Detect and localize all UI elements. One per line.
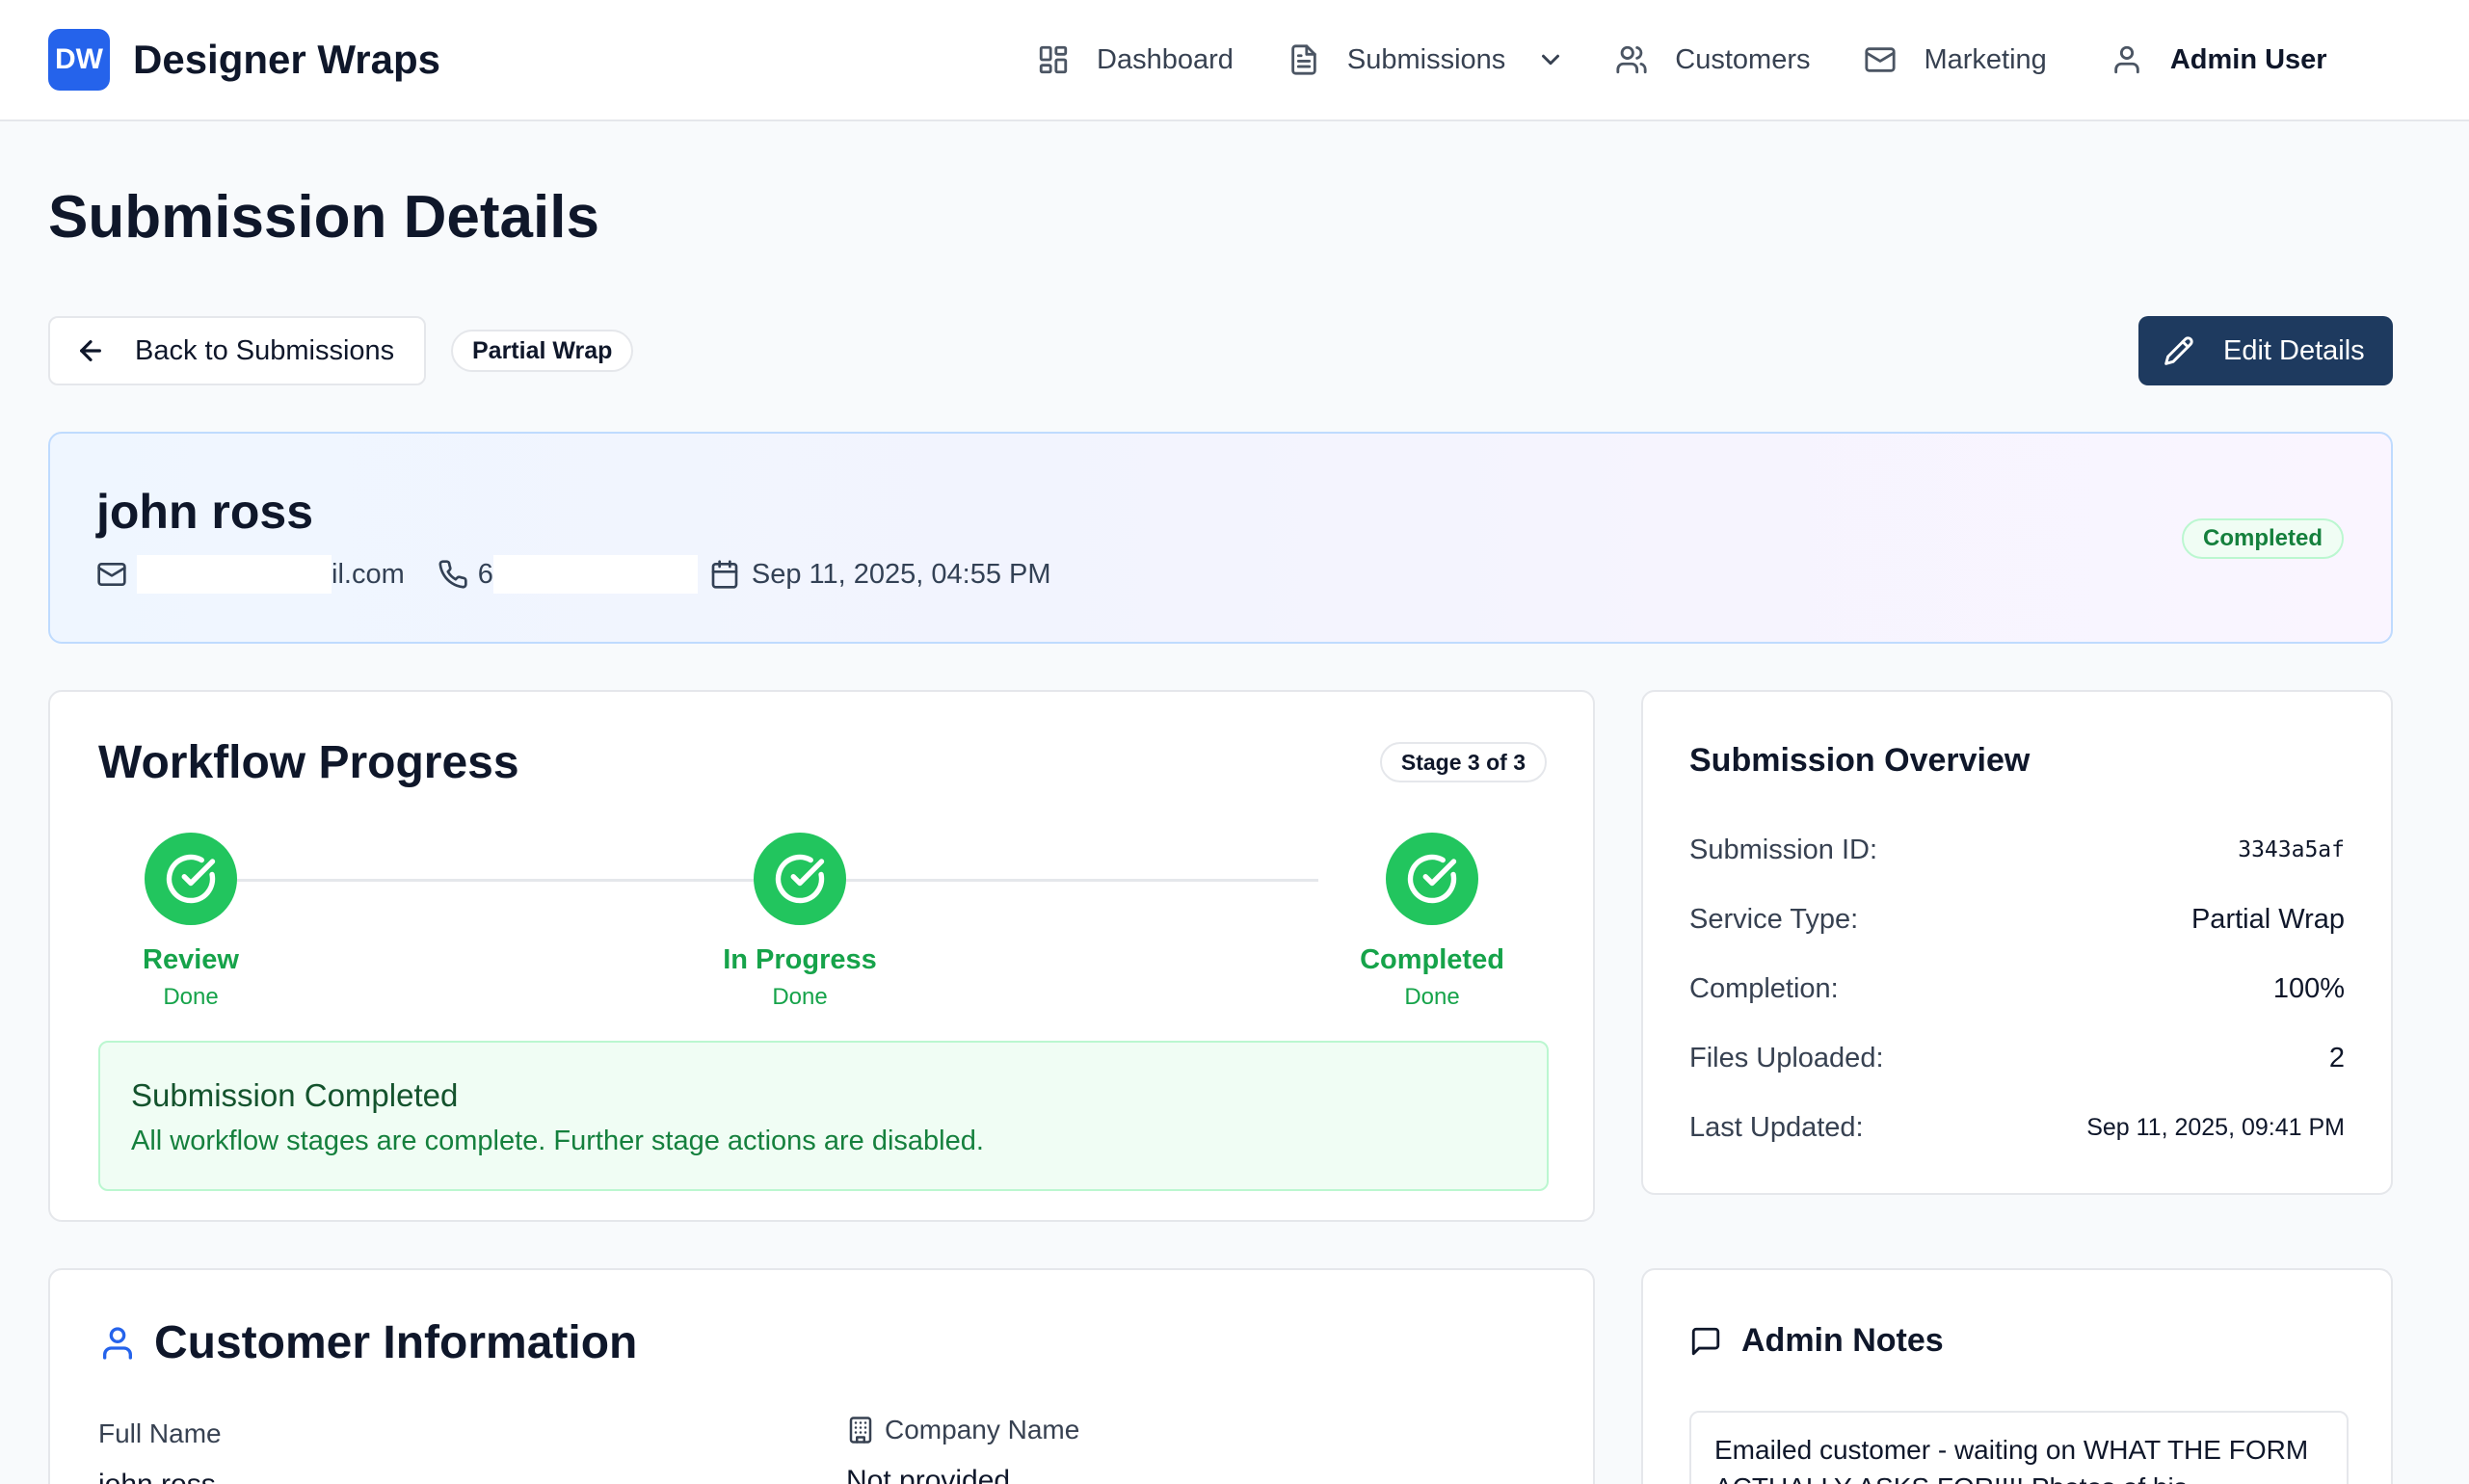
overview-row-last-updated: Last Updated: Sep 11, 2025, 09:41 PM xyxy=(1689,1108,2345,1147)
workflow-step-review: Review Done xyxy=(75,833,306,1011)
submitted-date-text: Sep 11, 2025, 04:55 PM xyxy=(751,558,1051,590)
redacted-email-block xyxy=(137,555,332,594)
step-status: Done xyxy=(163,984,219,1010)
step-complete-marker xyxy=(145,833,237,925)
workflow-step-completed: Completed Done xyxy=(1316,833,1548,1011)
step-status: Done xyxy=(1404,984,1460,1010)
users-icon xyxy=(1616,45,1647,74)
full-name-value: john ross xyxy=(98,1469,216,1484)
edit-details-button[interactable]: Edit Details xyxy=(2138,316,2393,385)
service-type-badge: Partial Wrap xyxy=(451,330,634,372)
nav-marketing[interactable]: Marketing xyxy=(1864,43,2047,76)
file-text-icon xyxy=(1291,44,1316,75)
overview-row-files-uploaded: Files Uploaded: 2 xyxy=(1689,1039,2345,1077)
nav-dashboard-label: Dashboard xyxy=(1097,43,1234,75)
message-square-icon xyxy=(1691,1327,1720,1355)
check-circle-icon xyxy=(775,854,825,904)
step-status: Done xyxy=(772,984,828,1010)
check-circle-icon xyxy=(166,854,216,904)
check-circle-icon xyxy=(1407,854,1457,904)
service-type-value: Partial Wrap xyxy=(2190,903,2345,935)
edit-button-label: Edit Details xyxy=(2223,334,2365,366)
step-complete-marker xyxy=(754,833,846,925)
user-menu[interactable]: Admin User xyxy=(2111,43,2327,76)
overview-label: Submission ID: xyxy=(1689,834,1878,865)
submitted-date: Sep 11, 2025, 04:55 PM xyxy=(709,559,1051,591)
full-name-label: Full Name xyxy=(98,1418,222,1449)
overview-label: Last Updated: xyxy=(1689,1111,1864,1143)
company-name-label-text: Company Name xyxy=(885,1415,1080,1444)
back-button-label: Back to Submissions xyxy=(135,334,395,366)
workflow-step-in-progress: In Progress Done xyxy=(684,833,916,1011)
page-title: Submission Details xyxy=(48,184,599,251)
customer-email[interactable]: il.com xyxy=(96,555,405,594)
files-uploaded-value: 2 xyxy=(2328,1042,2345,1073)
overview-row-completion: Completion: 100% xyxy=(1689,969,2345,1008)
completion-value: 100% xyxy=(2272,972,2345,1004)
back-to-submissions-button[interactable]: Back to Submissions xyxy=(48,316,426,385)
admin-notes-title: Admin Notes xyxy=(1741,1322,1944,1359)
overview-row-service-type: Service Type: Partial Wrap xyxy=(1689,900,2345,939)
completion-alert-title: Submission Completed xyxy=(131,1077,459,1113)
step-label: Completed xyxy=(1360,944,1504,975)
submission-overview-card: Submission Overview Submission ID: 3343a… xyxy=(1641,690,2393,1195)
step-connector xyxy=(538,879,1318,882)
building-icon xyxy=(849,1417,872,1444)
nav-dashboard[interactable]: Dashboard xyxy=(1037,43,1234,76)
brand-logo: DW xyxy=(48,29,110,91)
phone-icon xyxy=(438,560,467,589)
company-name-value: Not provided xyxy=(846,1465,1011,1484)
status-badge: Completed xyxy=(2182,518,2345,559)
user-icon xyxy=(103,1326,132,1360)
nav-customers-label: Customers xyxy=(1675,43,1811,75)
step-label: Review xyxy=(143,944,239,975)
brand-name: Designer Wraps xyxy=(133,37,440,82)
customer-information-card: Customer Information Full Name john ross… xyxy=(48,1268,1595,1484)
calendar-icon xyxy=(711,560,738,589)
nav-submissions[interactable]: Submissions xyxy=(1288,43,1505,76)
customer-info-title: Customer Information xyxy=(154,1317,638,1368)
customer-contact-meta: il.com 6 Sep 11, 2025, 04:55 PM xyxy=(96,553,1051,596)
submissions-dropdown-toggle[interactable] xyxy=(1536,45,1565,74)
nav-customers[interactable]: Customers xyxy=(1615,43,1810,76)
overview-label: Files Uploaded: xyxy=(1689,1042,1884,1073)
mail-icon xyxy=(1865,47,1897,72)
completion-alert: Submission Completed All workflow stages… xyxy=(98,1041,1549,1191)
nav-submissions-label: Submissions xyxy=(1346,43,1506,75)
submission-id-value: 3343a5af xyxy=(2238,837,2345,862)
customer-summary-banner: john ross il.com 6 Sep 11, 2025, 04:55 P… xyxy=(48,432,2393,644)
app-root: DW Designer Wraps Dashboard Submissions … xyxy=(0,0,2469,1484)
user-icon xyxy=(2114,45,2139,74)
admin-note-text[interactable]: Emailed customer - waiting on WHAT THE F… xyxy=(1689,1411,2349,1484)
step-label: In Progress xyxy=(723,944,877,975)
user-name: Admin User xyxy=(2169,43,2327,75)
last-updated-value: Sep 11, 2025, 09:41 PM xyxy=(2086,1113,2345,1141)
pencil-icon xyxy=(2164,336,2193,365)
admin-notes-header: Admin Notes xyxy=(1689,1322,1944,1360)
overview-label: Service Type: xyxy=(1689,903,1859,935)
overview-label: Completion: xyxy=(1689,972,1839,1004)
overview-title: Submission Overview xyxy=(1689,742,2031,779)
customer-name: john ross xyxy=(96,485,314,539)
customer-info-header: Customer Information xyxy=(98,1316,637,1369)
customer-email-text: il.com xyxy=(332,558,405,590)
arrow-left-icon xyxy=(80,340,101,361)
chevron-down-icon xyxy=(1542,54,1560,66)
mail-icon xyxy=(97,563,126,586)
completion-alert-text: All workflow stages are complete. Furthe… xyxy=(131,1126,984,1156)
top-navigation-bar: DW Designer Wraps Dashboard Submissions … xyxy=(0,0,2469,121)
nav-marketing-label: Marketing xyxy=(1924,43,2047,75)
customer-phone-text: 6 xyxy=(477,558,493,590)
dashboard-grid-icon xyxy=(1039,45,1068,74)
full-name-label-text: Full Name xyxy=(98,1418,222,1448)
main-nav: Dashboard Submissions Customers Marketin… xyxy=(1037,0,2327,119)
redacted-phone-block xyxy=(492,555,698,594)
workflow-progress-card: Workflow Progress Stage 3 of 3 Review Do… xyxy=(48,690,1595,1222)
admin-notes-card: Admin Notes Emailed customer - waiting o… xyxy=(1641,1268,2393,1484)
step-complete-marker xyxy=(1386,833,1478,925)
brand[interactable]: DW Designer Wraps xyxy=(48,29,440,91)
company-name-label: Company Name xyxy=(846,1415,1079,1445)
overview-row-submission-id: Submission ID: 3343a5af xyxy=(1689,831,2345,869)
customer-phone[interactable]: 6 xyxy=(438,555,698,594)
